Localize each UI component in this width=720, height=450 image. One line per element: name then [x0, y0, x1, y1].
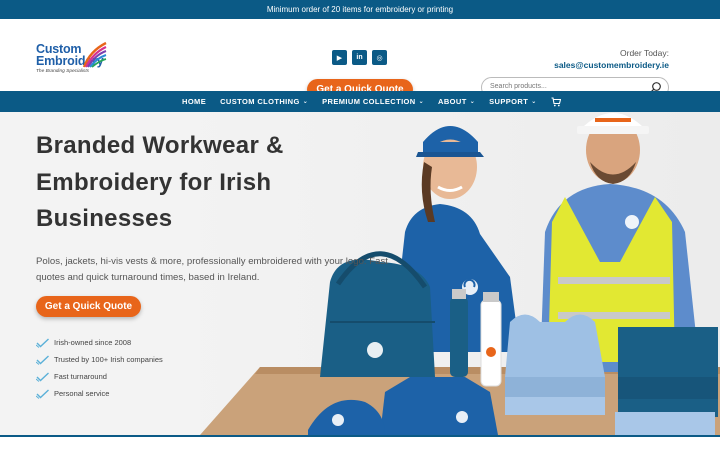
feature-item: Fast turnaround	[36, 368, 163, 385]
search-input[interactable]: Search products...	[490, 83, 547, 90]
hero-heading-line-1: Branded Workwear &	[36, 132, 284, 159]
hero-heading-line-3: Businesses	[36, 205, 173, 232]
hero-heading-line-2: Embroidery for Irish	[36, 168, 272, 196]
feature-item: Trusted by 100+ Irish companies	[36, 351, 163, 368]
feature-list: Irish-owned since 2008 Trusted by 100+ I…	[36, 334, 163, 402]
announcement-text: Minimum order of 20 items for embroidery…	[266, 5, 454, 14]
check-icon	[36, 337, 49, 348]
hero-section: Branded Workwear & Embroidery for Irish …	[0, 112, 720, 435]
check-icon	[36, 354, 49, 365]
page-bottom-edge	[0, 435, 720, 450]
nav-support[interactable]: SUPPORT ⌄	[489, 97, 537, 106]
hero-quote-button[interactable]: Get a Quick Quote	[36, 296, 141, 317]
feature-item: Personal service	[36, 385, 163, 402]
main-nav: HOME CUSTOM CLOTHING ⌄ PREMIUM COLLECTION…	[0, 91, 720, 112]
instagram-icon[interactable]: ◎	[372, 50, 387, 65]
feature-item: Irish-owned since 2008	[36, 334, 163, 351]
nav-custom-clothing[interactable]: CUSTOM CLOTHING ⌄	[220, 97, 308, 106]
chevron-down-icon: ⌄	[302, 99, 309, 105]
linkedin-icon[interactable]: in	[352, 50, 367, 65]
nav-about[interactable]: ABOUT ⌄	[438, 97, 475, 106]
logo-tagline: The Branding Specialists	[36, 69, 90, 74]
social-links: ▶ in ◎	[332, 50, 387, 65]
hero-heading: Branded Workwear & Embroidery for Irish …	[36, 128, 336, 238]
order-today-label: Order Today:	[620, 48, 669, 58]
youtube-icon[interactable]: ▶	[332, 50, 347, 65]
hero-subtitle: Polos, jackets, hi-vis vests & more, pro…	[36, 256, 388, 283]
site-header: Custom Embroidery The Branding Specialis…	[0, 19, 720, 100]
chevron-down-icon: ⌄	[418, 99, 425, 105]
chevron-down-icon: ⌄	[469, 99, 476, 105]
site-logo[interactable]: Custom Embroidery The Branding Specialis…	[36, 41, 114, 98]
check-icon	[36, 388, 49, 399]
announcement-bar: Minimum order of 20 items for embroidery…	[0, 0, 720, 19]
cart-icon[interactable]	[551, 96, 561, 107]
chevron-down-icon: ⌄	[531, 99, 537, 105]
nav-home[interactable]: HOME	[182, 97, 206, 106]
logo-swoosh-icon	[82, 41, 107, 68]
nav-premium-collection[interactable]: PREMIUM COLLECTION ⌄	[322, 97, 424, 106]
contact-email-link[interactable]: sales@customembroidery.ie	[554, 60, 669, 70]
check-icon	[36, 371, 49, 382]
